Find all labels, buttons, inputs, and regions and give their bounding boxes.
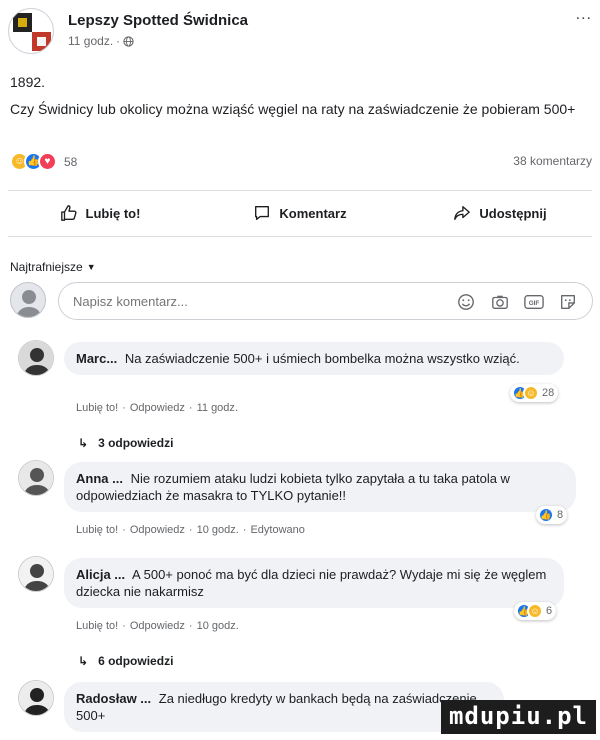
comment-like-link[interactable]: Lubię to! [76,620,118,632]
svg-text:GIF: GIF [529,300,540,307]
comment-reaction-count: 6 [546,605,553,617]
comment-text: Nie rozumiem ataku ludzi kobieta tylko z… [76,471,510,503]
avatar-photo-icon [19,681,53,715]
commenter-avatar[interactable] [18,340,54,376]
comment-reply-link[interactable]: Odpowiedz [130,524,185,536]
reply-arrow-icon: ↳ [78,654,89,668]
globe-icon [123,35,134,47]
reply-arrow-icon: ↳ [78,436,89,450]
comment-like-link[interactable]: Lubię to! [76,524,118,536]
comment-reactions[interactable]: 👍 8 [536,506,568,524]
share-button[interactable]: Udostępnij [400,196,600,230]
comment-meta: Lubię to! · Odpowiedz · 11 godz. [76,402,238,414]
caret-down-icon: ▼ [86,262,96,272]
comment-author[interactable]: Radosław ... [76,691,151,706]
comment-icon [255,206,270,220]
comment-bubble: Alicja ... A 500+ ponoć ma być dla dziec… [64,558,564,608]
comment-time[interactable]: 10 godz. [197,524,239,536]
camera-icon[interactable] [490,292,510,312]
comment-input[interactable] [73,293,433,309]
page-avatar[interactable] [8,8,54,54]
more-dots-icon[interactable]: ... [576,6,592,24]
comment-composer[interactable]: GIF [58,282,593,320]
comment-reaction-count: 28 [542,387,555,399]
post-actions: Lubię to! Komentarz Udostępnij [0,196,600,230]
replies-count: 6 odpowiedzi [98,654,174,668]
coat-of-arms-icon [13,13,51,51]
divider [8,236,592,237]
post-header: Lepszy Spotted Świdnica 11 godz. · ... [8,6,592,58]
post-reactions[interactable]: ☺ 👍 ♥ 58 [10,152,77,171]
comment-reactions[interactable]: 👍 ☺ 6 [514,602,557,620]
post-time[interactable]: 11 godz. [68,34,113,48]
comment-time[interactable]: 10 godz. [197,620,239,632]
comment-like-link[interactable]: Lubię to! [76,402,118,414]
share-icon [454,206,471,220]
emoji-icon[interactable] [456,292,476,312]
comment-reply-link[interactable]: Odpowiedz [130,402,185,414]
comment-reactions[interactable]: 👍 ☺ 28 [510,384,559,402]
thumbs-up-icon [60,205,77,221]
comment-label: Komentarz [279,205,347,221]
like-label: Lubię to! [85,205,141,221]
commenter-avatar[interactable] [18,556,54,592]
avatar-photo-icon [19,557,53,591]
comment-button[interactable]: Komentarz [200,196,400,230]
edited-label: Edytowano [250,524,305,536]
love-reaction-icon: ♥ [38,152,57,171]
sticker-icon[interactable] [558,292,578,312]
share-label: Udostępnij [479,205,547,221]
commenter-avatar[interactable] [18,460,54,496]
haha-reaction-icon: ☺ [523,385,539,401]
gif-icon[interactable]: GIF [524,292,544,312]
person-silhouette-icon [16,290,42,317]
comment-count[interactable]: 38 komentarzy [513,154,592,168]
post-text: Czy Świdnicy lub okolicy można wziąść wę… [10,101,576,117]
comment-bubble: Marc... Na zaświadczenie 500+ i uśmiech … [64,342,564,375]
comment-text: A 500+ ponoć ma być dla dzieci nie prawd… [76,567,547,599]
avatar-photo-icon [19,341,53,375]
replies-count: 3 odpowiedzi [98,436,174,450]
comment-text: Na zaświadczenie 500+ i uśmiech bombelka… [124,351,520,366]
view-replies[interactable]: ↳ 6 odpowiedzi [78,654,173,668]
comment-author[interactable]: Alicja ... [76,567,125,582]
watermark-logo: mdupiu.pl [440,700,596,734]
post-meta: 11 godz. · [68,34,134,48]
haha-reaction-icon: ☺ [527,603,543,619]
comments-filter-label: Najtrafniejsze [10,260,83,274]
like-button[interactable]: Lubię to! [0,196,200,230]
comment-reaction-count: 8 [557,509,564,521]
avatar-photo-icon [19,461,53,495]
divider [8,190,592,191]
comment-bubble: Radosław ... Za niedługo kredyty w banka… [64,682,504,732]
composer-tools: GIF [456,292,578,312]
commenter-avatar[interactable] [18,680,54,716]
comment-reply-link[interactable]: Odpowiedz [130,620,185,632]
comment-meta: Lubię to! · Odpowiedz · 10 godz. · Edytowan… [76,524,305,536]
post-number: 1892. [10,74,46,90]
like-reaction-icon: 👍 [538,507,554,523]
comment-meta: Lubię to! · Odpowiedz · 10 godz. [76,620,239,632]
reaction-count: 58 [64,154,78,169]
comment-time[interactable]: 11 godz. [197,402,238,414]
page-name[interactable]: Lepszy Spotted Świdnica [68,12,248,29]
comments-filter[interactable]: Najtrafniejsze ▼ [10,260,96,274]
comment-author[interactable]: Anna ... [76,471,123,486]
view-replies[interactable]: ↳ 3 odpowiedzi [78,436,173,450]
comment-author[interactable]: Marc... [76,351,117,366]
user-avatar[interactable] [10,282,46,318]
comment-bubble: Anna ... Nie rozumiem ataku ludzi kobiet… [64,462,576,512]
